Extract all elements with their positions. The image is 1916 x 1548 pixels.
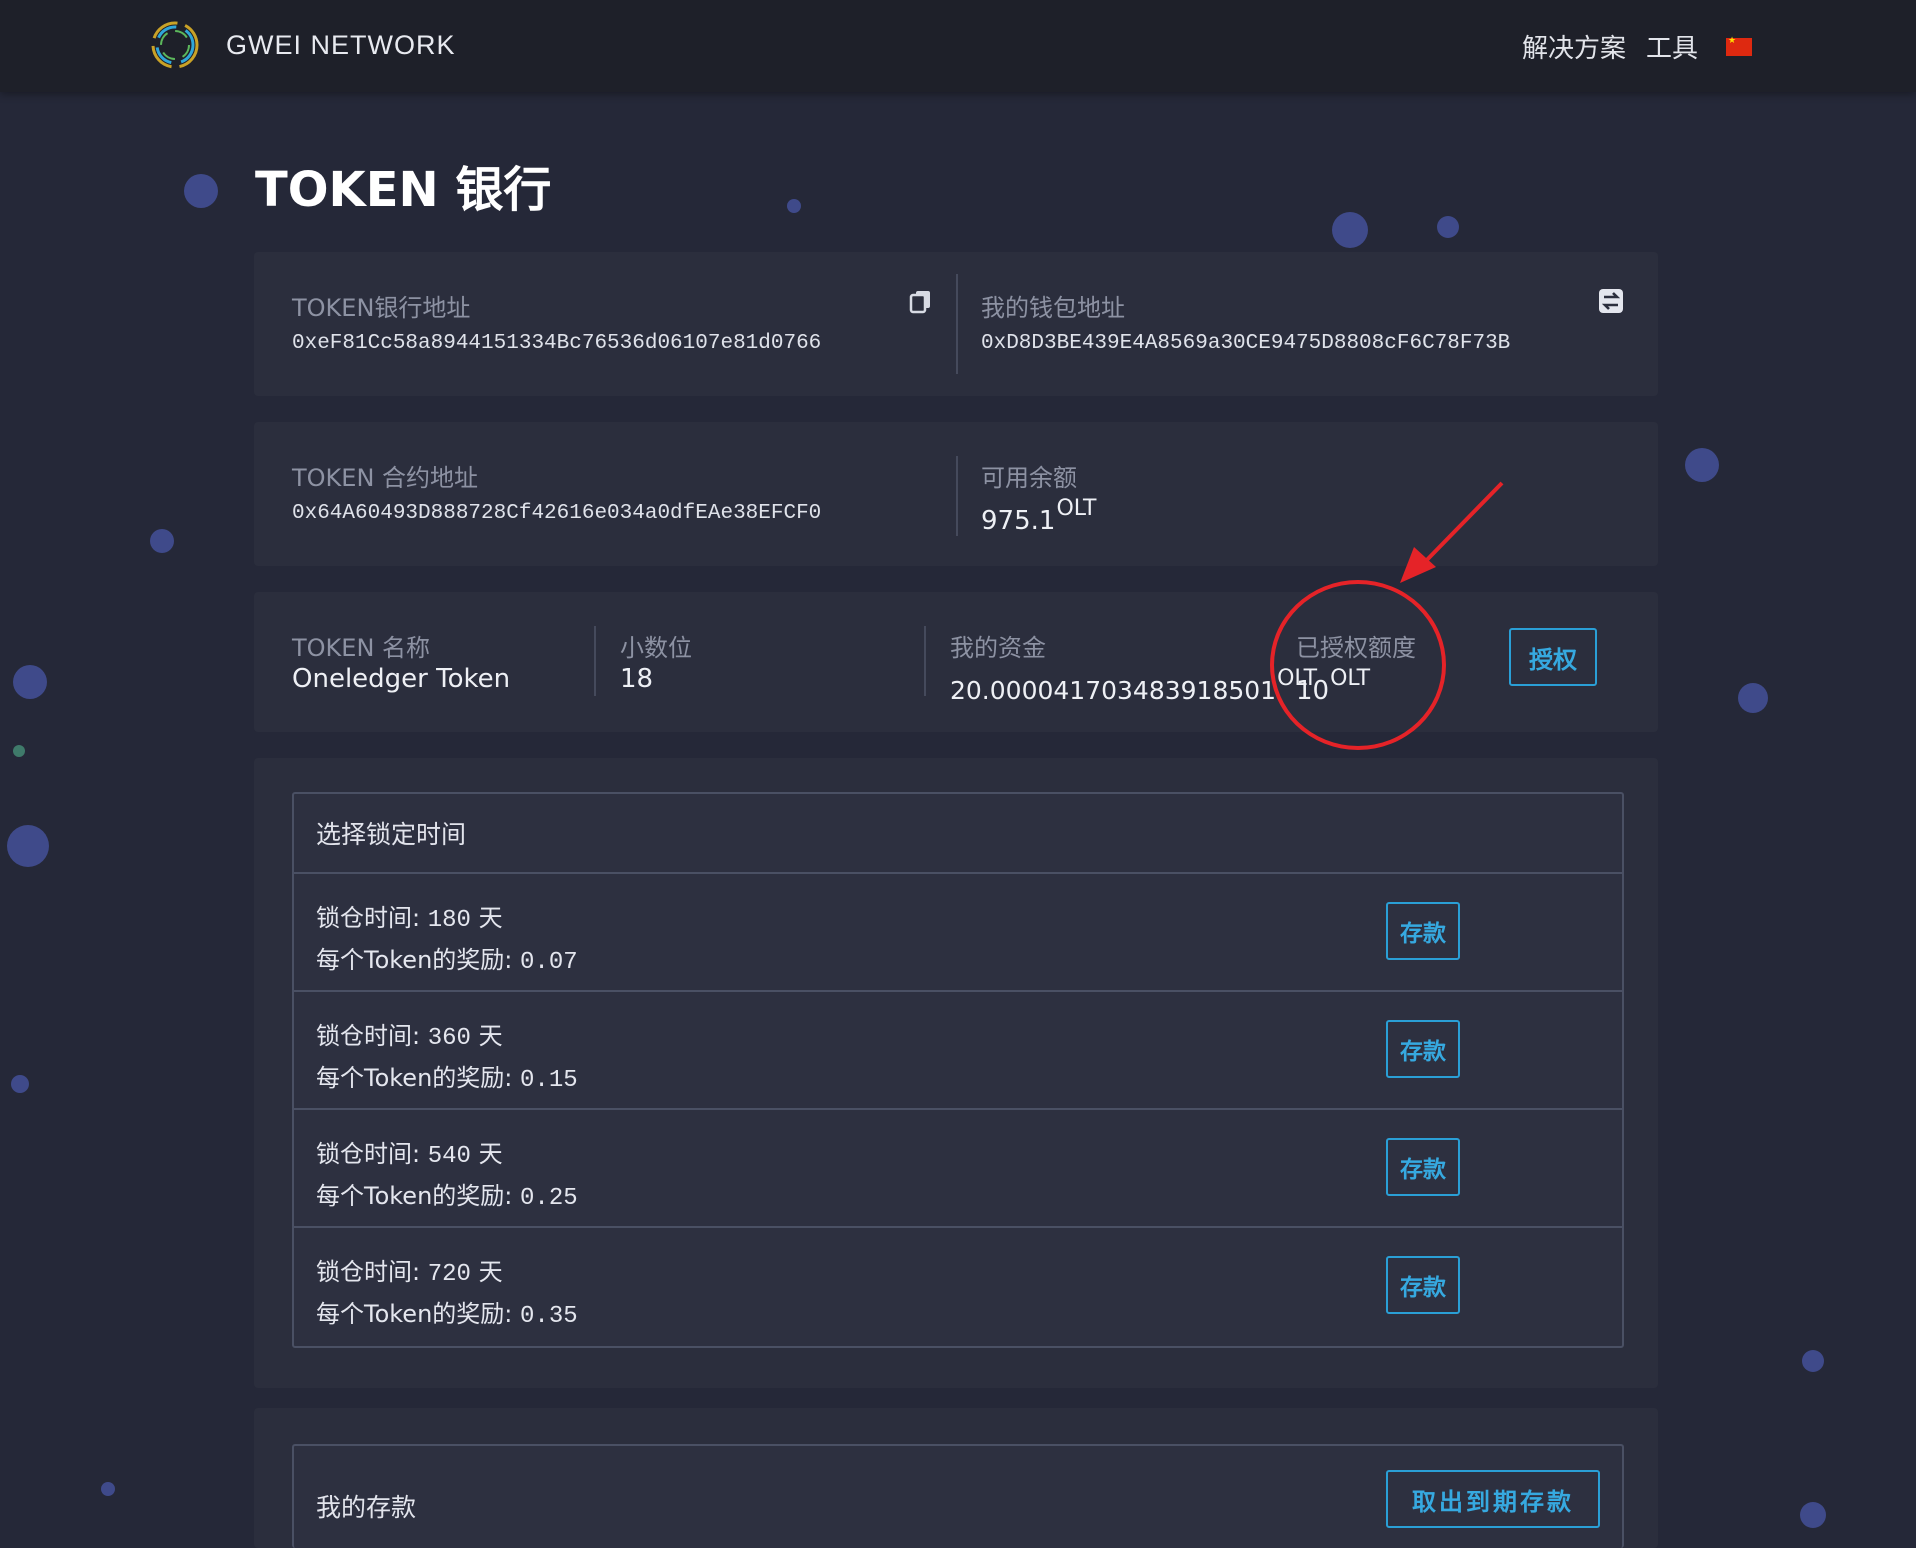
page-title: TOKEN 银行 [255, 162, 552, 218]
deposit-button[interactable]: 存款 [1386, 1256, 1460, 1314]
reward-per-token: 每个Token的奖励: 0.35 [316, 1294, 578, 1330]
withdraw-button[interactable]: 取出到期存款 [1386, 1470, 1600, 1528]
lock-days-value: 540 [427, 1143, 471, 1170]
unit-label: OLT [1056, 496, 1097, 521]
lock-duration: 锁仓时间: 360 天 [316, 1016, 503, 1052]
reward-per-token: 每个Token的奖励: 0.07 [316, 940, 578, 976]
my-funds-value: 20.000041703483918501OLT [950, 666, 1317, 705]
my-funds-amount: 20.000041703483918501 [950, 676, 1277, 705]
lock-duration-label: 锁仓时间: [316, 904, 421, 932]
annotation-arrow-icon [1400, 481, 1504, 583]
reward-value: 0.35 [520, 1303, 578, 1330]
available-balance-amount: 975.1 [981, 506, 1056, 536]
my-deposits-title: 我的存款 [316, 1493, 417, 1522]
day-unit: 天 [478, 1140, 503, 1168]
background-dot [1800, 1502, 1826, 1528]
background-dot [13, 745, 25, 757]
lock-period-box: 选择锁定时间 锁仓时间: 180 天 每个Token的奖励: 0.07 存款 锁… [292, 792, 1624, 1348]
decimals-value: 18 [620, 664, 654, 694]
token-name-label: TOKEN 名称 [292, 634, 431, 662]
background-dot [1685, 448, 1719, 482]
background-dot [101, 1482, 115, 1496]
lock-duration: 锁仓时间: 720 天 [316, 1252, 503, 1288]
lock-duration-label: 锁仓时间: [316, 1022, 421, 1050]
reward-value: 0.07 [520, 949, 578, 976]
background-dot [13, 665, 47, 699]
reward-label: 每个Token的奖励: [316, 1182, 513, 1210]
lock-option-row: 锁仓时间: 180 天 每个Token的奖励: 0.07 存款 [294, 874, 1622, 992]
divider [956, 456, 958, 536]
address-panel: TOKEN银行地址 0xeF81Cc58a8944151334Bc76536d0… [254, 252, 1658, 396]
background-dot [787, 199, 801, 213]
reward-value: 0.25 [520, 1185, 578, 1212]
background-dot [7, 825, 49, 867]
deposit-button[interactable]: 存款 [1386, 902, 1460, 960]
contract-address-value: 0x64A60493D888728Cf42616e034a0dfEAe38EFC… [292, 502, 822, 525]
lock-days-value: 720 [427, 1261, 471, 1288]
lock-option-row: 锁仓时间: 720 天 每个Token的奖励: 0.35 存款 [294, 1228, 1622, 1346]
lock-days-value: 180 [427, 907, 471, 934]
my-deposits-box: 我的存款 取出到期存款 [292, 1444, 1624, 1548]
my-funds-label: 我的资金 [950, 634, 1046, 662]
divider [594, 626, 596, 696]
nav-tools[interactable]: 工具 [1646, 28, 1698, 65]
available-balance-label: 可用余额 [981, 464, 1077, 492]
lock-duration: 锁仓时间: 540 天 [316, 1134, 503, 1170]
background-dot [184, 174, 218, 208]
lock-duration-label: 锁仓时间: [316, 1258, 421, 1286]
token-name-value: Oneledger Token [292, 664, 511, 694]
reward-per-token: 每个Token的奖励: 0.25 [316, 1176, 578, 1212]
reward-per-token: 每个Token的奖励: 0.15 [316, 1058, 578, 1094]
token-info-panel: TOKEN 名称 Oneledger Token 小数位 18 我的资金 20.… [254, 592, 1658, 732]
approve-button[interactable]: 授权 [1509, 628, 1597, 686]
day-unit: 天 [478, 904, 503, 932]
day-unit: 天 [478, 1258, 503, 1286]
day-unit: 天 [478, 1022, 503, 1050]
background-dot [1332, 212, 1368, 248]
china-flag-icon[interactable] [1726, 35, 1752, 56]
lock-period-title: 选择锁定时间 [294, 794, 1622, 874]
deposit-button[interactable]: 存款 [1386, 1138, 1460, 1196]
background-dot [1802, 1350, 1824, 1372]
top-navigation-bar: GWEI NETWORK 解决方案 工具 [0, 0, 1916, 92]
contract-address-label: TOKEN 合约地址 [292, 464, 479, 492]
gwei-logo-icon[interactable] [148, 18, 202, 72]
lock-days-value: 360 [427, 1025, 471, 1052]
reward-label: 每个Token的奖励: [316, 1300, 513, 1328]
wallet-address-label: 我的钱包地址 [981, 294, 1125, 322]
reward-label: 每个Token的奖励: [316, 1064, 513, 1092]
reward-value: 0.15 [520, 1067, 578, 1094]
copy-icon[interactable] [908, 288, 934, 314]
deposit-button[interactable]: 存款 [1386, 1020, 1460, 1078]
switch-wallet-icon[interactable] [1598, 288, 1624, 314]
bank-address-label: TOKEN银行地址 [292, 294, 471, 322]
divider [956, 274, 958, 374]
decimals-label: 小数位 [620, 634, 692, 662]
annotation-circle [1270, 580, 1446, 750]
lock-duration-label: 锁仓时间: [316, 1140, 421, 1168]
background-dot [1738, 683, 1768, 713]
background-dot [1437, 216, 1459, 238]
divider [924, 626, 926, 696]
brand-name[interactable]: GWEI NETWORK [226, 30, 456, 61]
lock-duration: 锁仓时间: 180 天 [316, 898, 503, 934]
background-dot [150, 529, 174, 553]
bank-address-value: 0xeF81Cc58a8944151334Bc76536d06107e81d07… [292, 332, 822, 355]
wallet-address-value: 0xD8D3BE439E4A8569a30CE9475D8808cF6C78F7… [981, 332, 1511, 355]
available-balance-value: 975.1OLT [981, 496, 1096, 536]
nav-solutions[interactable]: 解决方案 [1522, 28, 1626, 65]
background-dot [11, 1075, 29, 1093]
lock-option-row: 锁仓时间: 540 天 每个Token的奖励: 0.25 存款 [294, 1110, 1622, 1228]
reward-label: 每个Token的奖励: [316, 946, 513, 974]
lock-option-row: 锁仓时间: 360 天 每个Token的奖励: 0.15 存款 [294, 992, 1622, 1110]
